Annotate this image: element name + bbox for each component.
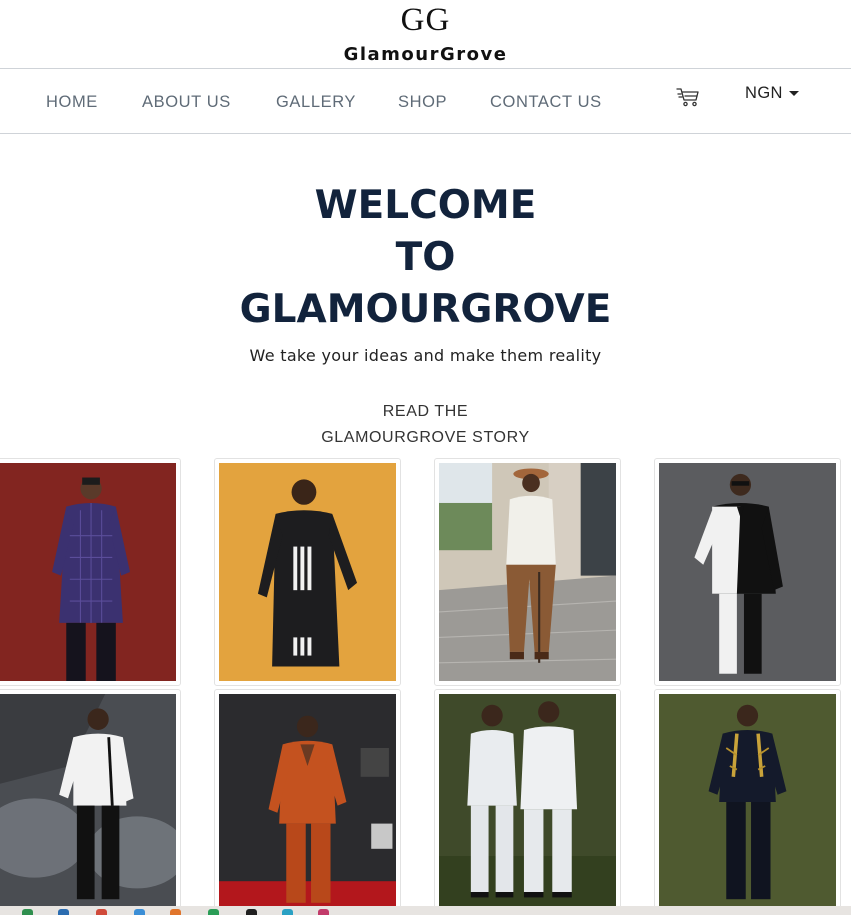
gallery-card-7[interactable]	[434, 689, 621, 915]
taskbar-app-icon[interactable]	[318, 909, 329, 915]
gallery-photo-6	[219, 694, 396, 910]
nav-shop[interactable]: SHOP	[398, 93, 447, 112]
hero-title-line: GLAMOURGROVE	[239, 287, 612, 332]
gallery-photo-3	[439, 463, 616, 681]
brand-name[interactable]: GlamourGrove	[0, 44, 851, 65]
main-navbar: HOME ABOUT US GALLERY SHOP CONTACT US NG…	[0, 68, 851, 134]
currency-selector[interactable]: NGN	[745, 84, 783, 103]
story-link-line: READ THE	[382, 403, 469, 420]
taskbar-app-icon[interactable]	[282, 909, 293, 915]
chevron-down-icon[interactable]	[789, 91, 799, 96]
gallery-card-8[interactable]	[654, 689, 841, 915]
hero-title: WELCOME TO GLAMOURGROVE	[0, 180, 851, 336]
gallery-photo-5	[0, 694, 176, 910]
nav-gallery[interactable]: GALLERY	[276, 93, 356, 112]
gallery-card-2[interactable]	[214, 458, 401, 686]
hero-title-line: TO	[395, 235, 456, 280]
gallery-photo-2	[219, 463, 396, 681]
taskbar-app-icon[interactable]	[22, 909, 33, 915]
os-taskbar	[0, 906, 851, 915]
taskbar-app-icon[interactable]	[170, 909, 181, 915]
site-header: GG GlamourGrove	[0, 0, 851, 68]
gallery-card-6[interactable]	[214, 689, 401, 915]
hero-title-line: WELCOME	[314, 183, 537, 228]
taskbar-app-icon[interactable]	[208, 909, 219, 915]
gallery-photo-4	[659, 463, 836, 681]
gallery-photo-8	[659, 694, 836, 910]
taskbar-app-icon[interactable]	[96, 909, 107, 915]
brand-logo-mark[interactable]: GG	[0, 2, 851, 39]
hero-tagline: We take your ideas and make them reality	[249, 346, 602, 365]
gallery-card-4[interactable]	[654, 458, 841, 686]
nav-about-us[interactable]: ABOUT US	[142, 93, 231, 112]
gallery-photo-1	[0, 463, 176, 681]
cart-icon[interactable]	[676, 86, 700, 108]
read-story-link[interactable]: READ THE GLAMOURGROVE STORY	[0, 399, 851, 451]
taskbar-app-icon[interactable]	[134, 909, 145, 915]
gallery-card-1[interactable]	[0, 458, 181, 686]
gallery-card-5[interactable]	[0, 689, 181, 915]
gallery-card-3[interactable]	[434, 458, 621, 686]
taskbar-app-icon[interactable]	[58, 909, 69, 915]
gallery-photo-7	[439, 694, 616, 910]
story-link-line: GLAMOURGROVE STORY	[321, 429, 530, 446]
nav-contact-us[interactable]: CONTACT US	[490, 93, 602, 112]
nav-home[interactable]: HOME	[46, 93, 98, 112]
taskbar-app-icon[interactable]	[246, 909, 257, 915]
